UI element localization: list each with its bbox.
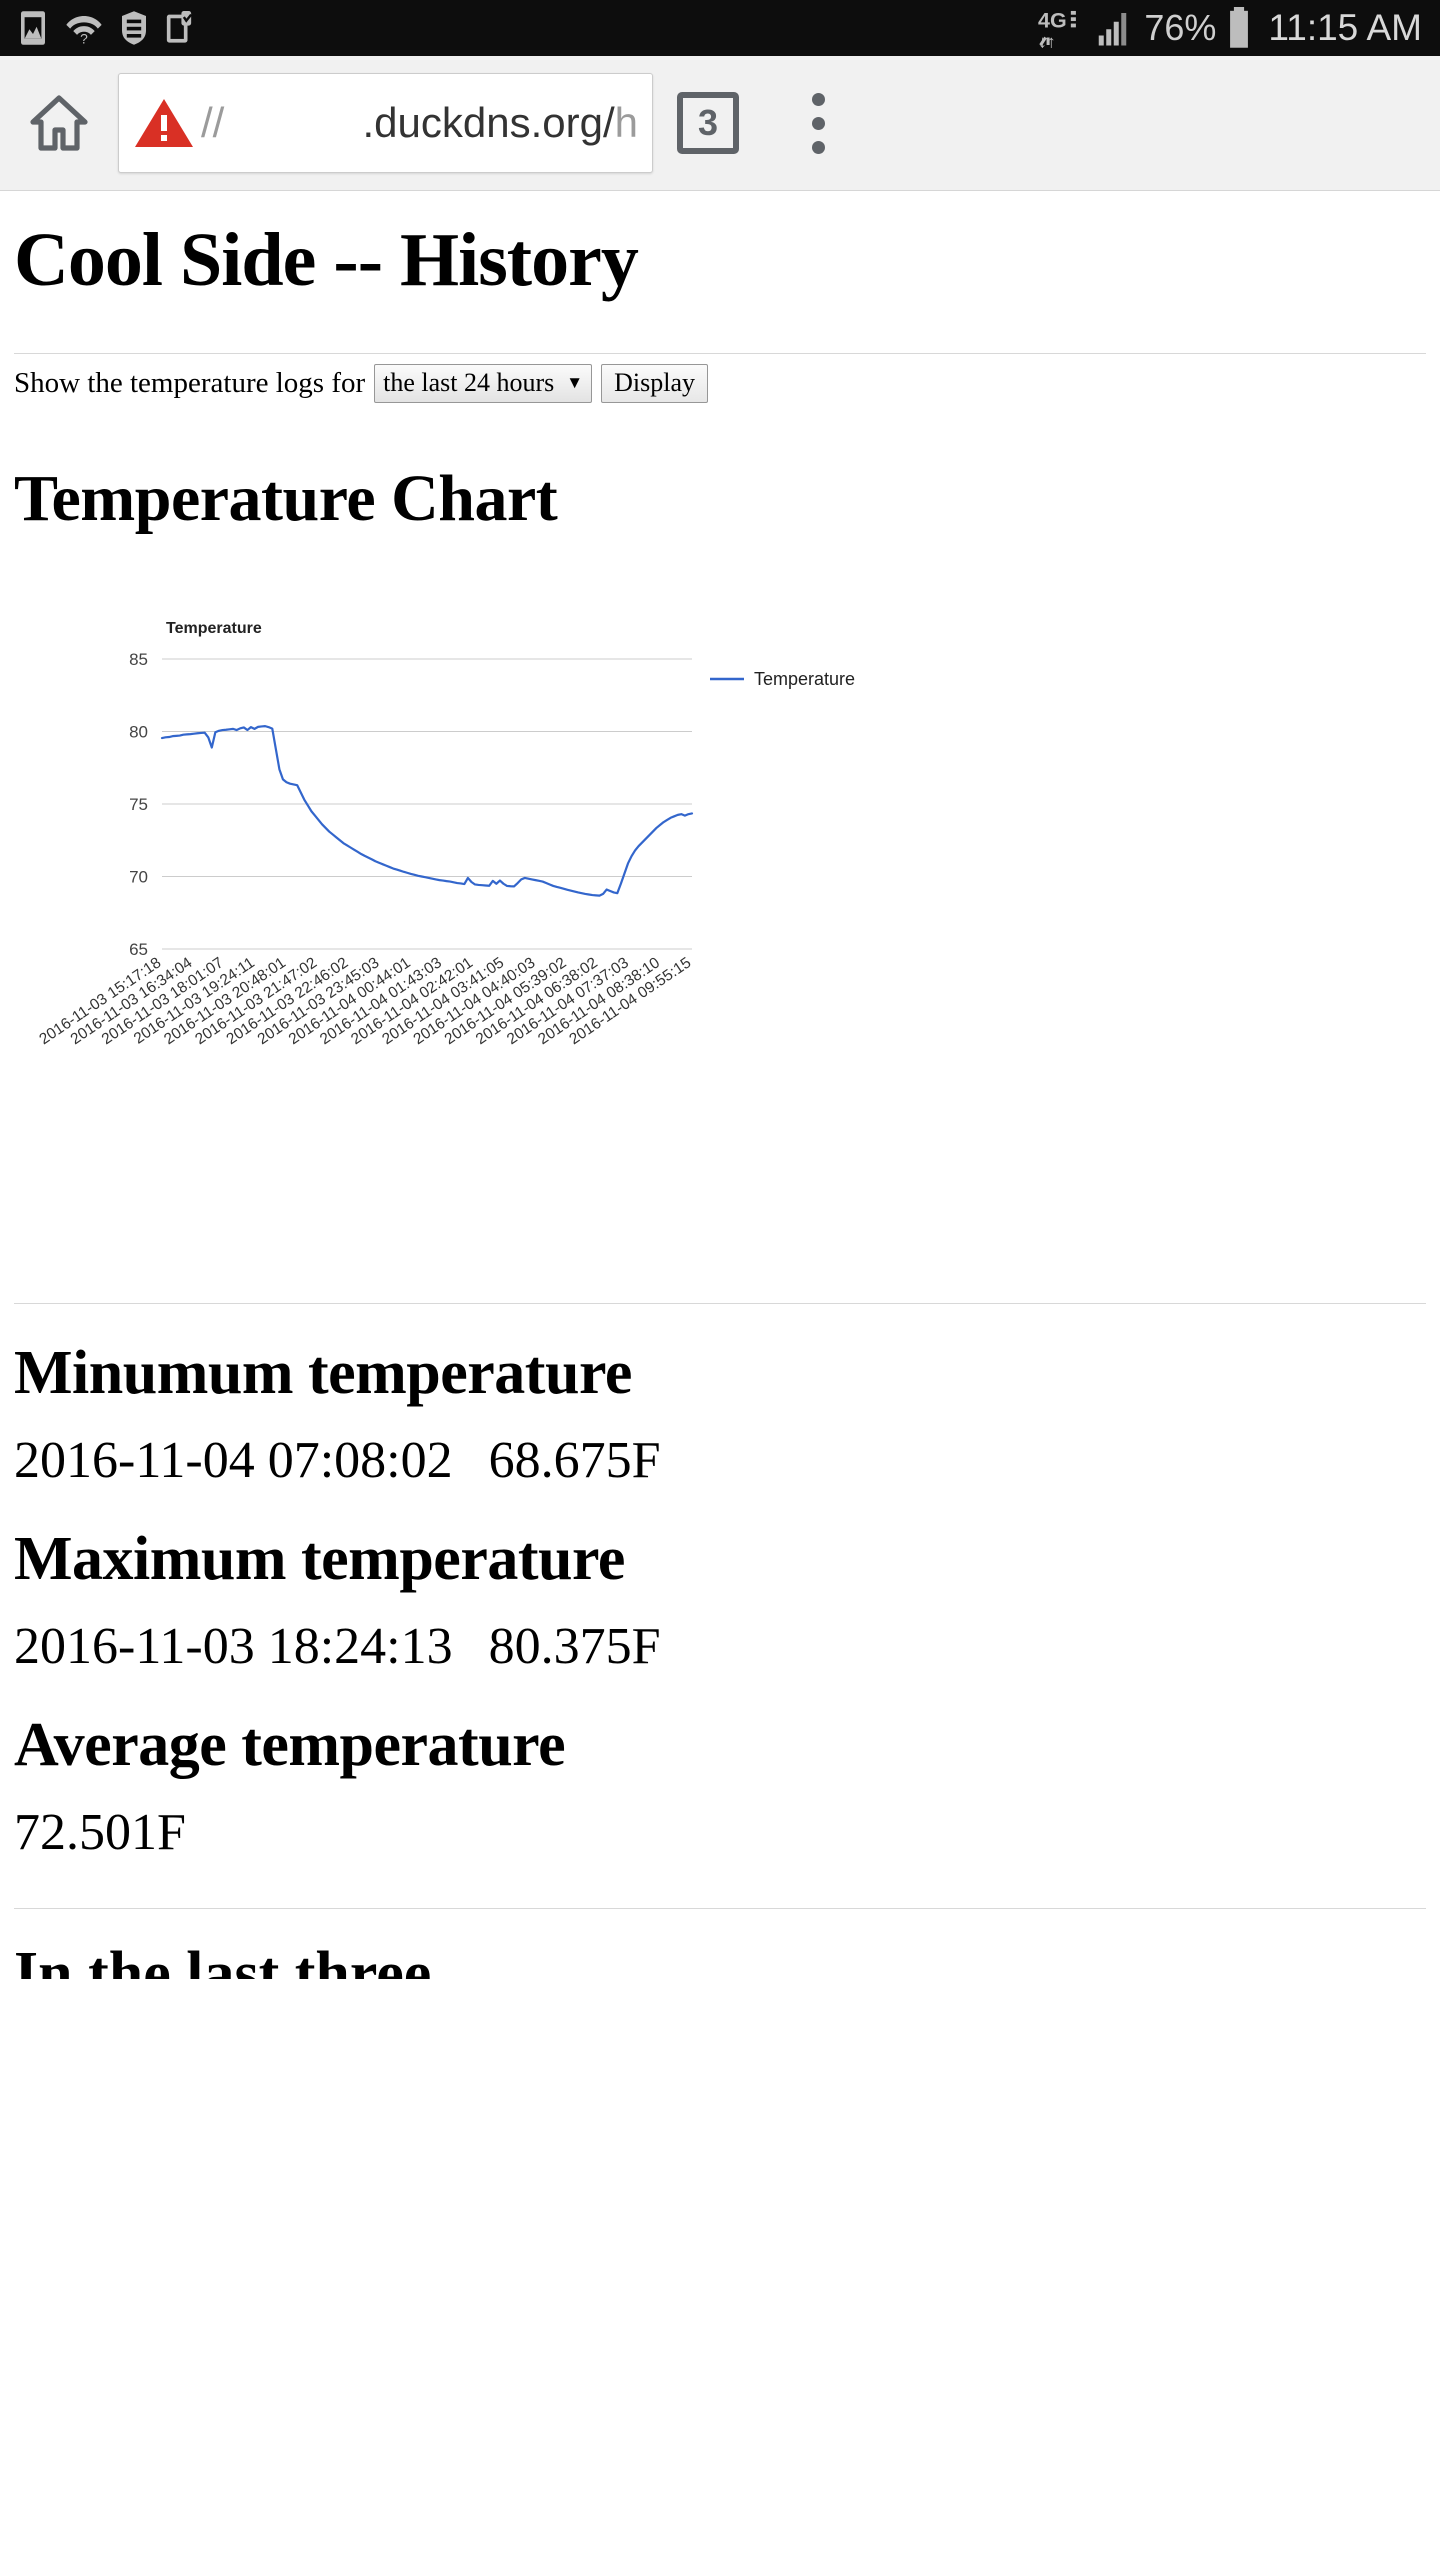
temperature-stats: Minumum temperature 2016-11-04 07:08:02 6… xyxy=(14,1338,1426,1862)
min-temperature-reading: 68.675F xyxy=(488,1432,661,1490)
vpn-key-icon xyxy=(122,11,146,45)
tab-count-badge: 3 xyxy=(677,92,739,154)
url-scheme-text: // xyxy=(201,99,225,146)
display-button[interactable]: Display xyxy=(601,364,709,404)
battery-percent-label: 76% xyxy=(1144,7,1217,48)
chevron-down-icon: ▼ xyxy=(566,373,584,393)
android-status-bar: ? 4G ↓↑ 76% 11:15 AM xyxy=(0,0,1440,56)
status-bar-left-icons: ? xyxy=(18,10,193,46)
svg-text:4G: 4G xyxy=(1038,8,1067,32)
network-4g-icon: 4G↓↑ xyxy=(1038,8,1077,49)
title-divider xyxy=(14,353,1426,355)
overflow-menu-button[interactable] xyxy=(763,56,873,190)
wifi-question-icon: ? xyxy=(66,16,102,45)
browser-toolbar: // .duckdns.org/h 3 xyxy=(0,56,1440,191)
overflow-menu-icon-dot-2 xyxy=(811,116,825,130)
log-range-form: Show the temperature logs for the last 2… xyxy=(14,364,1426,409)
chart-divider xyxy=(14,1303,1426,1305)
overflow-menu-icon-dot-1 xyxy=(811,92,825,106)
avg-temperature-value: 72.501F xyxy=(14,1804,186,1862)
url-host-text: .duckdns.org/h xyxy=(224,99,638,147)
page-content: Cool Side -- History Show the temperatur… xyxy=(0,219,1440,1979)
url-domain-text: .duckdns.org/ xyxy=(362,99,615,146)
log-range-select[interactable]: the last 24 hours ▼ xyxy=(374,364,593,404)
warning-triangle-icon[interactable] xyxy=(133,95,195,151)
min-temperature-heading: Minumum temperature xyxy=(14,1339,632,1408)
avg-temperature-heading: Average temperature xyxy=(14,1711,566,1780)
status-bar-right-icons: 4G ↓↑ 76% 11:15 AM xyxy=(1038,7,1422,49)
chart-heading: Temperature Chart xyxy=(14,462,558,536)
tab-switcher-button[interactable]: 3 xyxy=(653,56,763,190)
image-icon xyxy=(21,11,45,45)
max-temperature-value: 2016-11-03 18:24:13 80.375F xyxy=(14,1617,1426,1676)
svg-text:↓↑: ↓↑ xyxy=(1038,32,1056,49)
battery-icon xyxy=(1230,7,1249,48)
svg-text:85: 85 xyxy=(129,650,148,669)
max-temperature-heading: Maximum temperature xyxy=(14,1525,625,1594)
stats-divider xyxy=(14,1908,1426,1910)
overflow-menu-icon-dot-3 xyxy=(811,140,825,154)
url-path-text: h xyxy=(614,99,638,146)
temperature-chart[interactable]: Temperature 65 70 75 80 85 2016-11-03 15:17:18… xyxy=(14,597,1426,1297)
min-temperature-value: 2016-11-04 07:08:02 68.675F xyxy=(14,1431,1426,1490)
next-section-heading-partial: In the last three xyxy=(14,1940,432,1980)
svg-text:?: ? xyxy=(80,31,88,45)
svg-text:Temperature: Temperature xyxy=(754,669,855,689)
url-bar[interactable]: // .duckdns.org/h xyxy=(118,73,653,173)
svg-text:75: 75 xyxy=(129,795,148,814)
svg-text:Temperature: Temperature xyxy=(166,620,262,637)
svg-text:65: 65 xyxy=(129,940,148,959)
signal-bars-icon xyxy=(1099,13,1127,46)
max-temperature-reading: 80.375F xyxy=(488,1618,661,1676)
log-range-select-value: the last 24 hours xyxy=(383,368,555,398)
clipboard-check-icon xyxy=(166,11,193,43)
home-button[interactable] xyxy=(0,56,118,190)
min-temperature-timestamp: 2016-11-04 07:08:02 xyxy=(14,1432,453,1490)
clock-label: 11:15 AM xyxy=(1268,7,1422,48)
log-range-label: Show the temperature logs for xyxy=(14,367,366,400)
page-title: Cool Side -- History xyxy=(14,218,639,302)
svg-text:80: 80 xyxy=(129,723,148,742)
max-temperature-timestamp: 2016-11-03 18:24:13 xyxy=(14,1618,453,1676)
home-icon xyxy=(30,95,88,151)
svg-text:70: 70 xyxy=(129,868,148,887)
temperature-chart-svg: Temperature65707580852016-11-03 15:17:18… xyxy=(36,620,855,1048)
